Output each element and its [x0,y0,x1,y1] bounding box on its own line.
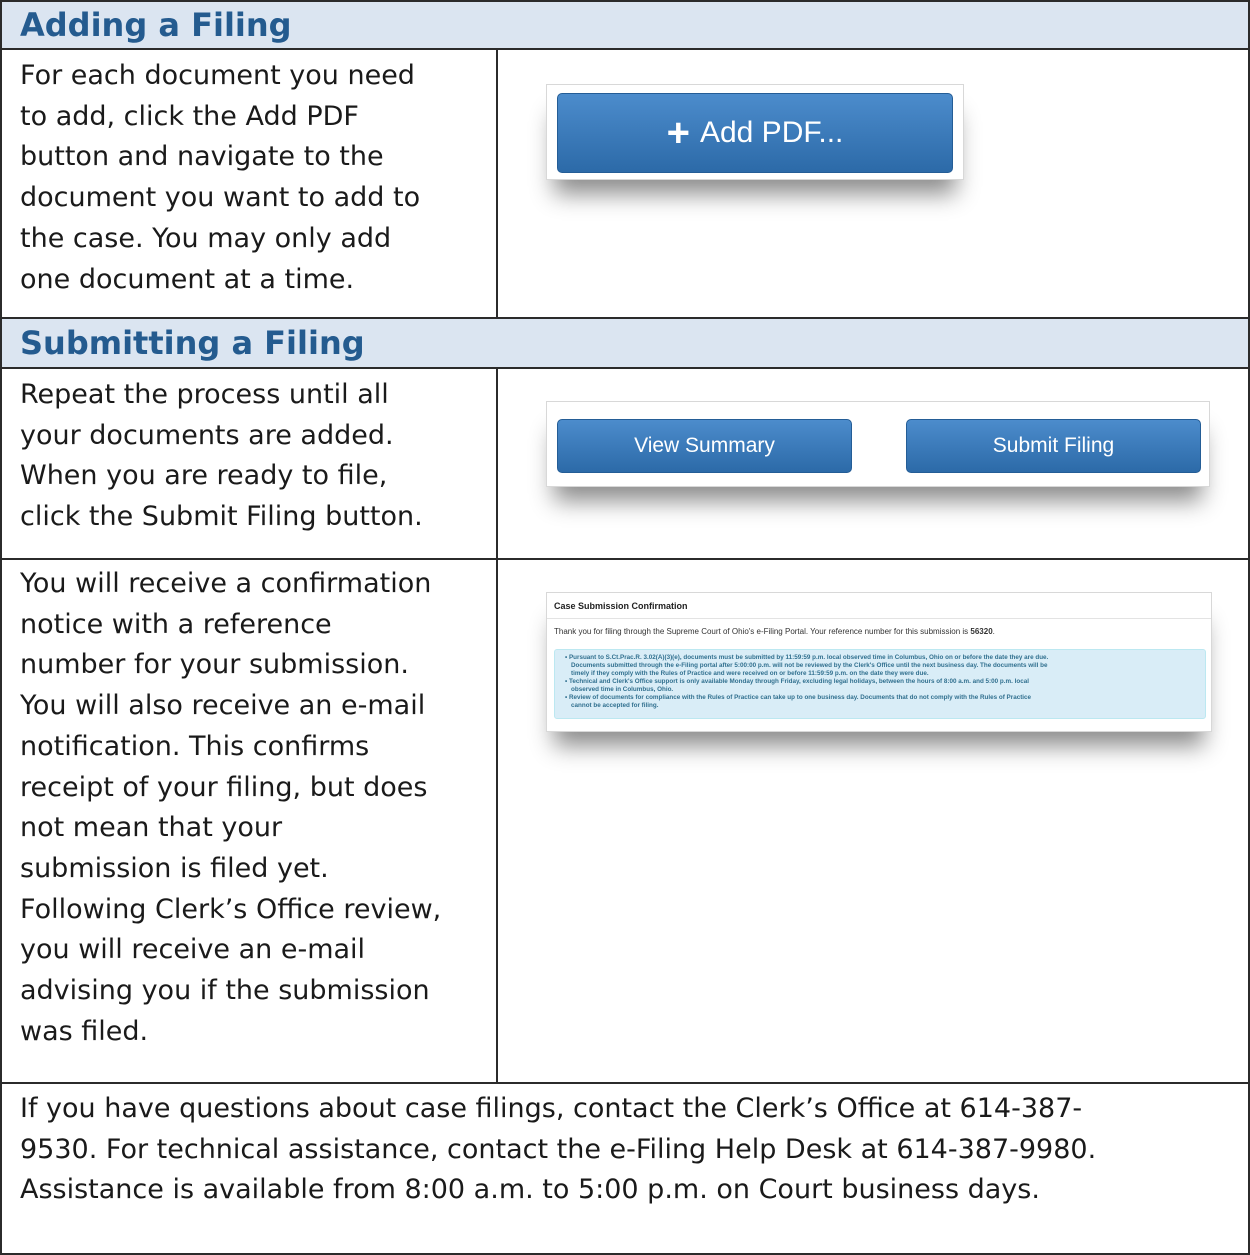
section-title-submitting: Submitting a Filing [20,324,365,362]
text-line: Following Clerk’s Office review, [20,893,442,925]
text-line: When you are ready to file, [20,460,388,492]
view-summary-label: View Summary [634,434,775,457]
text-line: receipt of your filing, but does [20,771,428,803]
text-line: You will receive a confirmation [20,568,432,599]
plus-icon: + [666,111,690,155]
submitting-screenshot-cell: View Summary Submit Filing [496,369,1250,560]
note-line: Documents submitted through the e-Filing… [571,662,1048,669]
text-line: advising you if the submission [20,975,430,1007]
submit-filing-button[interactable]: Submit Filing [906,419,1201,473]
thanks-suffix: . [992,627,995,636]
add-pdf-screenshot: + Add PDF... [546,84,964,180]
section-header-submitting: Submitting a Filing [0,317,1250,369]
submitting-instructions-cell: Repeat the process until all your docume… [0,369,498,560]
thanks-text: Thank you for filing through the Supreme… [554,627,971,636]
text-line: notice with a reference [20,608,332,640]
text-line: Repeat the process until all [20,379,389,410]
text-line: to add, click the Add PDF [20,100,359,132]
adding-instructions-cell: For each document you need to add, click… [0,50,498,319]
divider [547,618,1211,619]
submit-buttons-screenshot: View Summary Submit Filing [546,401,1210,487]
text-line: one document at a time. [20,263,355,295]
text-line: button and navigate to the [20,141,384,173]
text-line: 9530. For technical assistance, contact … [20,1133,1097,1165]
note-line: • Review of documents for compliance wit… [565,694,1032,701]
note-line: observed time in Columbus, Ohio. [571,686,674,693]
note-line: timely if they comply with the Rules of … [571,670,929,677]
text-line: For each document you need [20,60,415,91]
add-pdf-button[interactable]: + Add PDF... [557,93,953,173]
instruction-table: Adding a Filing For each document you ne… [0,0,1250,1255]
confirmation-instructions-cell: You will receive a confirmation notice w… [0,558,498,1084]
confirmation-thanks: Thank you for filing through the Supreme… [554,627,995,636]
text-line: You will also receive an e-mail [20,690,426,722]
confirmation-title: Case Submission Confirmation [554,601,688,611]
text-line: click the Submit Filing button. [20,501,423,533]
text-line: If you have questions about case filings… [20,1093,1083,1124]
view-summary-button[interactable]: View Summary [557,419,852,473]
text-line: the case. You may only add [20,222,392,254]
contact-info-cell: If you have questions about case filings… [0,1082,1250,1255]
reference-number: 56320 [970,627,993,636]
section-title-adding: Adding a Filing [20,6,292,44]
text-line: you will receive an e-mail [20,934,366,966]
text-line: notification. This confirms [20,730,370,762]
submit-filing-label: Submit Filing [992,434,1115,457]
text-line: submission is filed yet. [20,852,329,884]
section-header-adding: Adding a Filing [0,0,1250,50]
text-line: Assistance is available from 8:00 a.m. t… [20,1174,1040,1206]
add-pdf-label: Add PDF... [699,116,844,149]
confirmation-screenshot-cell: Case Submission Confirmation Thank you f… [496,558,1250,1084]
text-line: your documents are added. [20,419,394,451]
note-line: • Technical and Clerk's Office support i… [565,678,1029,685]
text-line: was filed. [20,1015,149,1047]
note-line: • Pursuant to S.Ct.Prac.R. 3.02(A)(3)(e)… [565,654,1049,661]
info-alert-box: • Pursuant to S.Ct.Prac.R. 3.02(A)(3)(e)… [554,649,1206,719]
note-line: cannot be accepted for filing. [571,702,659,709]
text-line: not mean that your [20,812,283,844]
text-line: number for your submission. [20,649,409,681]
text-line: document you want to add to [20,182,421,214]
confirmation-panel: Case Submission Confirmation Thank you f… [546,592,1212,732]
adding-screenshot-cell: + Add PDF... [496,50,1250,319]
